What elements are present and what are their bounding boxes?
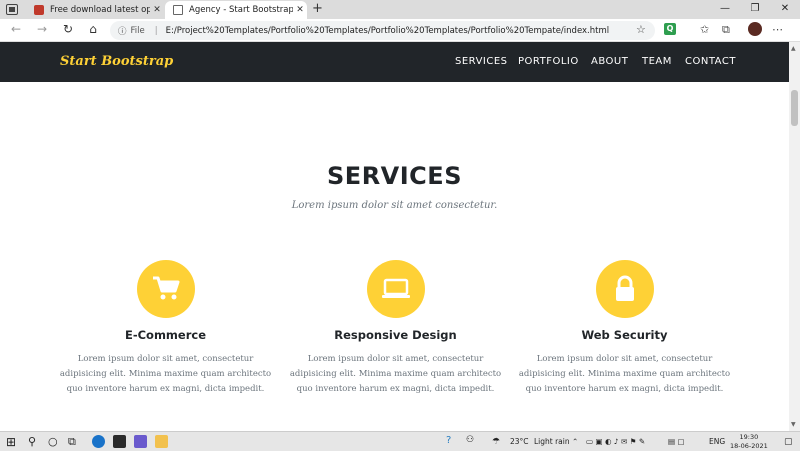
service-ecommerce: E-Commerce Lorem ipsum dolor sit amet, c…	[58, 260, 273, 397]
service-title: Web Security	[581, 328, 668, 342]
favorite-star-icon[interactable]: ☆	[636, 23, 646, 36]
address-toolbar: ← → ↻ ⌂ ⓘ File | E:/Project%20Templates/…	[0, 19, 800, 42]
service-responsive-design: Responsive Design Lorem ipsum dolor sit …	[288, 260, 503, 397]
lock-icon	[615, 275, 634, 301]
tab-close-icon[interactable]: ✕	[293, 5, 307, 15]
scroll-thumb[interactable]	[791, 90, 798, 126]
shopping-cart-icon	[152, 276, 179, 300]
help-icon[interactable]: ?	[446, 435, 451, 446]
collections-icon[interactable]: ⧉	[722, 23, 730, 37]
service-text: Lorem ipsum dolor sit amet, consectetur …	[518, 354, 731, 394]
language-indicator[interactable]: ENG	[709, 437, 725, 446]
new-tab-icon[interactable]: +	[312, 1, 323, 16]
service-text: Lorem ipsum dolor sit amet, consectetur …	[289, 354, 502, 394]
service-title: Responsive Design	[334, 328, 457, 342]
home-icon[interactable]: ⌂	[85, 22, 101, 36]
windows-start-icon[interactable]: ⊞	[6, 435, 16, 449]
tab-title: Agency - Start Bootstrap Theme	[189, 5, 293, 15]
section-heading: SERVICES	[327, 162, 462, 190]
back-arrow-icon[interactable]: ←	[8, 22, 24, 36]
file-label: File	[130, 25, 145, 36]
section-subheading: Lorem ipsum dolor sit amet consectetur.	[291, 200, 498, 211]
service-text: Lorem ipsum dolor sit amet, consectetur …	[59, 354, 272, 394]
clock-time: 19:30	[739, 433, 759, 441]
task-view-icon[interactable]: ⧉	[68, 435, 76, 449]
page-favicon-icon	[173, 5, 183, 15]
terminal-icon[interactable]	[113, 435, 126, 448]
tab-free-download[interactable]: Free download latest open sour ✕	[26, 1, 164, 19]
site-navbar: Start Bootstrap SERVICES PORTFOLIO ABOUT…	[0, 42, 789, 82]
system-clock[interactable]: 19:30 18-06-2021	[730, 433, 768, 451]
laptop-icon	[381, 278, 410, 298]
window-menu-icon[interactable]	[6, 4, 18, 15]
window-controls: — ❐ ✕	[710, 0, 800, 19]
service-web-security: Web Security Lorem ipsum dolor sit amet,…	[517, 260, 732, 397]
file-explorer-icon[interactable]	[155, 435, 168, 448]
forward-arrow-icon[interactable]: →	[34, 22, 50, 36]
brand-logo[interactable]: Start Bootstrap	[60, 54, 173, 69]
scroll-up-icon[interactable]: ▲	[791, 45, 796, 52]
tray-chevron-icon[interactable]: ⌃	[572, 437, 578, 446]
nav-portfolio[interactable]: PORTFOLIO	[518, 56, 579, 67]
tray-more-icons[interactable]: ▤ ▢	[668, 437, 685, 446]
service-icon-circle	[136, 260, 195, 318]
profile-avatar[interactable]	[748, 22, 762, 36]
restore-icon[interactable]: ❐	[740, 0, 770, 19]
nav-about[interactable]: ABOUT	[591, 56, 628, 67]
app-icon[interactable]	[134, 435, 147, 448]
info-icon[interactable]: ⓘ	[118, 25, 127, 37]
close-window-icon[interactable]: ✕	[770, 0, 800, 19]
tab-agency[interactable]: Agency - Start Bootstrap Theme ✕	[165, 1, 307, 19]
extension-q-icon[interactable]: Q	[664, 23, 676, 35]
favorites-icon[interactable]: ✩	[700, 23, 709, 36]
address-bar[interactable]: ⓘ File | E:/Project%20Templates/Portfoli…	[110, 21, 655, 40]
separator: |	[154, 25, 158, 36]
weather-condition[interactable]: Light rain	[534, 437, 570, 446]
service-icon-circle	[595, 260, 654, 318]
weather-temperature[interactable]: 23°C	[510, 437, 529, 446]
nav-contact[interactable]: CONTACT	[685, 56, 736, 67]
nav-services[interactable]: SERVICES	[455, 56, 508, 67]
windows-taskbar: ⊞ ⚲ ○ ⧉ ? ⚇ ☂ 23°C Light rain ⌃ ▭ ▣ ◐ ♪ …	[0, 431, 800, 451]
notifications-icon[interactable]: ▢	[784, 437, 793, 447]
browser-tab-strip: Free download latest open sour ✕ Agency …	[0, 0, 800, 19]
scroll-down-icon[interactable]: ▼	[791, 421, 796, 428]
search-icon[interactable]: ⚲	[28, 435, 36, 448]
url-text[interactable]: E:/Project%20Templates/Portfolio%20Templ…	[166, 26, 610, 36]
service-title: E-Commerce	[124, 328, 207, 342]
weather-rain-icon: ☂	[492, 437, 501, 447]
clock-date: 18-06-2021	[730, 442, 768, 450]
site-favicon-icon	[34, 5, 44, 15]
more-menu-icon[interactable]: ⋯	[772, 23, 783, 36]
cortana-icon[interactable]: ○	[48, 435, 58, 448]
people-icon[interactable]: ⚇	[466, 435, 474, 445]
nav-team[interactable]: TEAM	[642, 56, 672, 67]
minimize-icon[interactable]: —	[710, 0, 740, 19]
services-section: SERVICES Lorem ipsum dolor sit amet cons…	[0, 82, 789, 431]
page-scrollbar[interactable]: ▲ ▼	[789, 42, 800, 431]
tab-title: Free download latest open sour	[50, 5, 150, 15]
tab-close-icon[interactable]: ✕	[150, 5, 164, 15]
edge-browser-icon[interactable]	[92, 435, 105, 448]
refresh-icon[interactable]: ↻	[60, 22, 76, 36]
service-icon-circle	[366, 260, 425, 318]
tray-icons[interactable]: ▭ ▣ ◐ ♪ ✉ ⚑ ✎	[586, 437, 645, 446]
